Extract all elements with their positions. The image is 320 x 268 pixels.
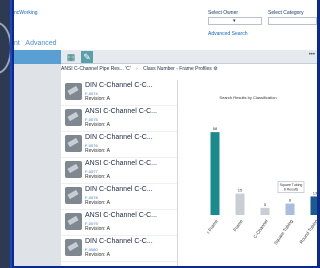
part-thumbnail [65, 213, 82, 230]
item-title: ANSI C-Channel C-C... [85, 160, 157, 167]
header-link[interactable]: ncWorking [14, 10, 38, 16]
item-title: DIN C-Channel C-C... [85, 238, 153, 245]
item-revision: Revision: A [85, 122, 111, 128]
part-thumbnail [65, 161, 82, 178]
tick-label: Frame [232, 218, 244, 232]
left-window-edge [0, 0, 12, 268]
owner-label: Select Owner [208, 10, 239, 16]
item-title: DIN C-Channel C-C... [85, 134, 153, 141]
item-title: DIN C-Channel C-C... [85, 186, 153, 193]
bar-chart: 58 r Frame 15 Frame 5 C-Channel 8 Square Tubing… [206, 126, 318, 246]
results-list: DIN C-Channel C-C... F-0074 Revision: A … [61, 80, 178, 266]
sidebar-header [14, 50, 61, 64]
category-select[interactable] [268, 17, 317, 25]
data-label: 13 [313, 190, 317, 195]
grid-view-icon[interactable]: ▦ [65, 51, 77, 63]
breadcrumb-separator-icon: › [136, 66, 138, 72]
part-thumbnail [65, 239, 82, 256]
filter-icon[interactable]: ⚙ [213, 66, 217, 72]
breadcrumb-item[interactable]: ANSI C-Channel Pipe Res... 'C' [61, 66, 131, 72]
top-bar: ncWorking Select Owner Select Category ▾… [14, 0, 317, 50]
edit-pencil-icon[interactable]: ✎ [81, 51, 93, 63]
tick-label: Square Tubing [273, 218, 294, 245]
list-item[interactable]: DIN C-Channel C-C... F-0074 Revision: A [61, 80, 177, 106]
more-options-icon[interactable]: ••• [309, 52, 315, 58]
tooltip-value: 8 Results [284, 188, 299, 192]
part-thumbnail [65, 109, 82, 126]
breadcrumb-item[interactable]: Class Number - Frame Profiles [143, 66, 212, 72]
list-item[interactable]: ANSI C-Channel C-C... F-0079 Revision: A [61, 210, 177, 236]
breadcrumb: ANSI C-Channel Pipe Res... 'C' › Class N… [61, 66, 317, 76]
tab-bar: nt Advanced [14, 40, 61, 50]
item-title: DIN C-Channel C-C... [85, 82, 153, 89]
list-item[interactable]: ANSI C-Channel C-C... F-0077 Revision: A [61, 158, 177, 184]
data-label: 58 [213, 126, 218, 131]
tooltip-title: Square Tubing [280, 183, 303, 187]
list-item[interactable]: DIN C-Channel C-C... F-0080 Revision: A [61, 236, 177, 262]
tick-label: C-Channel [252, 219, 268, 239]
sidebar [14, 50, 61, 266]
part-thumbnail [65, 187, 82, 204]
chart-panel: Search Results by Classification 58 r Fra… [179, 80, 317, 266]
tab-current[interactable]: nt [14, 40, 20, 47]
list-item[interactable]: DIN C-Channel C-C... F-0078 Revision: A [61, 184, 177, 210]
item-revision: Revision: A [85, 148, 111, 154]
list-item[interactable]: DIN C-Channel C-C... F-0076 Revision: A [61, 132, 177, 158]
item-revision: Revision: A [85, 252, 111, 258]
item-revision: Revision: A [85, 200, 111, 206]
chart-bar[interactable] [210, 132, 220, 215]
chart-bar[interactable] [285, 203, 295, 215]
tick-label: r Frame [206, 218, 219, 234]
category-label: Select Category [268, 10, 304, 16]
data-label: 15 [238, 188, 243, 193]
window-edge [10, 0, 12, 268]
item-revision: Revision: A [85, 174, 111, 180]
part-thumbnail [65, 135, 82, 152]
tab-advanced[interactable]: Advanced [25, 40, 56, 47]
owner-select[interactable]: ▾ [208, 17, 262, 25]
chart-bar[interactable] [235, 193, 245, 215]
data-label: 8 [289, 198, 292, 203]
item-title: ANSI C-Channel C-C... [85, 212, 157, 219]
item-revision: Revision: A [85, 96, 111, 102]
chevron-down-icon: ▾ [233, 18, 236, 24]
app-window: ncWorking Select Owner Select Category ▾… [14, 0, 317, 266]
tick-label: Round Tubing [299, 218, 317, 244]
part-thumbnail [65, 83, 82, 100]
item-title: ANSI C-Channel C-C... [85, 108, 157, 115]
chart-bar[interactable] [260, 207, 270, 215]
data-label: 5 [264, 202, 267, 207]
advanced-search-link[interactable]: Advanced Search [208, 31, 247, 37]
chart-bar[interactable] [310, 196, 318, 215]
item-revision: Revision: A [85, 226, 111, 232]
toolbar: ▦ ✎ ••• [61, 50, 317, 64]
list-item[interactable]: ANSI C-Channel C-C... F-0075 Revision: A [61, 106, 177, 132]
